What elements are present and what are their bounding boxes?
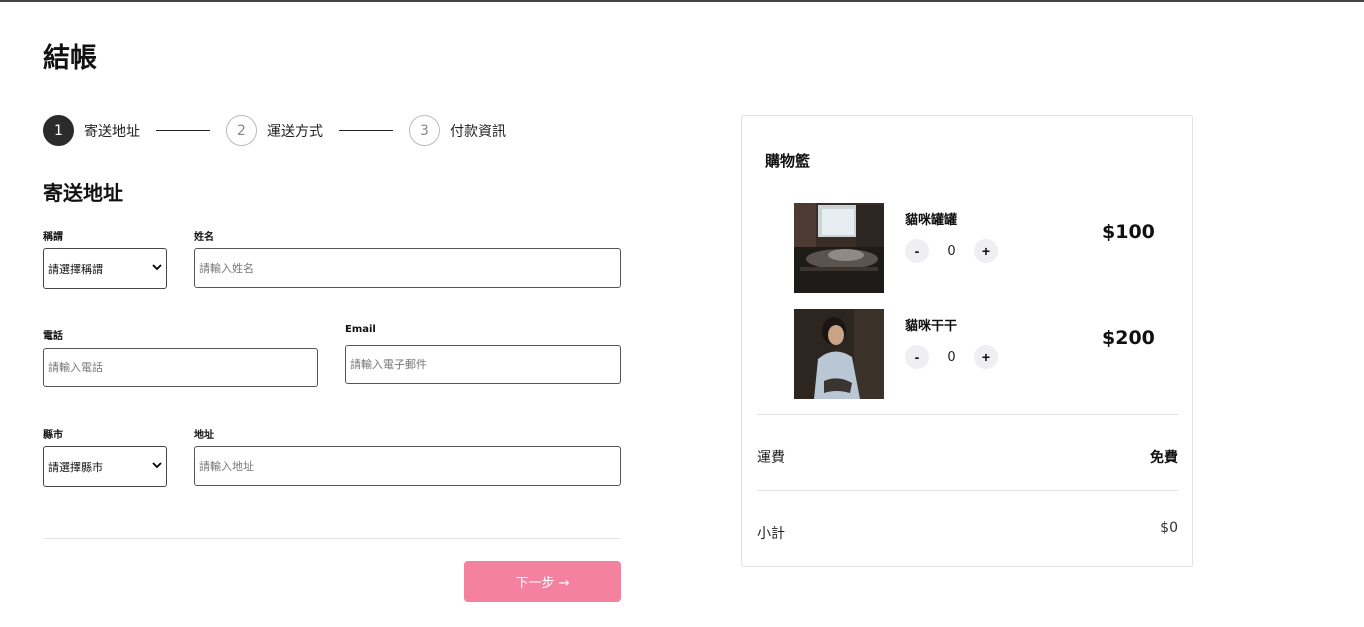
item-name: 貓咪罐罐 — [905, 213, 958, 228]
city-label: 縣市 — [43, 430, 63, 441]
next-step-button[interactable]: 下一步 → — [464, 561, 621, 602]
salutation-label: 稱謂 — [43, 232, 63, 243]
salutation-select[interactable]: 請選擇稱謂 — [43, 248, 167, 289]
step-label-3: 付款資訊 — [450, 123, 506, 140]
phone-label: 電話 — [43, 331, 63, 342]
step-number-3: 3 — [409, 115, 440, 146]
step-connector — [156, 130, 210, 131]
step-connector — [339, 130, 393, 131]
product-image-person-reading — [794, 309, 884, 399]
name-label: 姓名 — [194, 232, 214, 243]
decrease-quantity-button[interactable]: - — [905, 345, 929, 369]
step-shipping-method[interactable]: 2 運送方式 — [226, 115, 323, 146]
step-number-2: 2 — [226, 115, 257, 146]
cart-divider — [757, 490, 1178, 491]
city-value: 請選擇縣市 — [48, 460, 103, 474]
subtotal-label: 小計 — [757, 526, 785, 542]
subtotal-value: $0 — [1160, 520, 1178, 536]
step-number-1: 1 — [43, 115, 74, 146]
email-label: Email — [345, 324, 376, 335]
step-shipping-address[interactable]: 1 寄送地址 — [43, 115, 140, 146]
cart-divider — [757, 414, 1178, 415]
shipping-label: 運費 — [757, 450, 785, 466]
cart-panel: 購物籃 貓咪罐罐 - 0 + $100 貓咪干干 - 0 + $200 運費 免… — [741, 115, 1193, 567]
chevron-down-icon — [148, 461, 166, 472]
quantity-value: 0 — [947, 349, 956, 365]
name-input[interactable] — [194, 248, 621, 288]
increase-quantity-button[interactable]: + — [974, 239, 998, 263]
chevron-down-icon — [148, 263, 166, 274]
quantity-stepper: - 0 + — [905, 239, 998, 263]
form-divider — [43, 538, 621, 539]
quantity-value: 0 — [947, 243, 956, 259]
item-name: 貓咪干干 — [905, 319, 958, 334]
step-payment-info[interactable]: 3 付款資訊 — [409, 115, 506, 146]
address-input[interactable] — [194, 446, 621, 486]
step-label-2: 運送方式 — [267, 123, 323, 140]
cart-item: 貓咪罐罐 - 0 + $100 — [794, 203, 1174, 293]
shipping-value: 免費 — [1150, 450, 1178, 466]
top-border — [0, 0, 1364, 2]
quantity-stepper: - 0 + — [905, 345, 998, 369]
increase-quantity-button[interactable]: + — [974, 345, 998, 369]
salutation-value: 請選擇稱謂 — [48, 262, 103, 276]
section-title: 寄送地址 — [43, 181, 123, 205]
checkout-stepper: 1 寄送地址 2 運送方式 3 付款資訊 — [43, 115, 506, 146]
step-label-1: 寄送地址 — [84, 123, 140, 140]
cart-item: 貓咪干干 - 0 + $200 — [794, 309, 1174, 399]
phone-input[interactable] — [43, 348, 318, 387]
decrease-quantity-button[interactable]: - — [905, 239, 929, 263]
product-image-cat-on-sofa — [794, 203, 884, 293]
city-select[interactable]: 請選擇縣市 — [43, 446, 167, 487]
email-input[interactable] — [345, 345, 621, 384]
cart-title: 購物籃 — [765, 152, 811, 170]
item-price: $200 — [1102, 327, 1155, 349]
address-label: 地址 — [194, 430, 214, 441]
item-price: $100 — [1102, 221, 1155, 243]
page-title: 結帳 — [43, 43, 97, 74]
